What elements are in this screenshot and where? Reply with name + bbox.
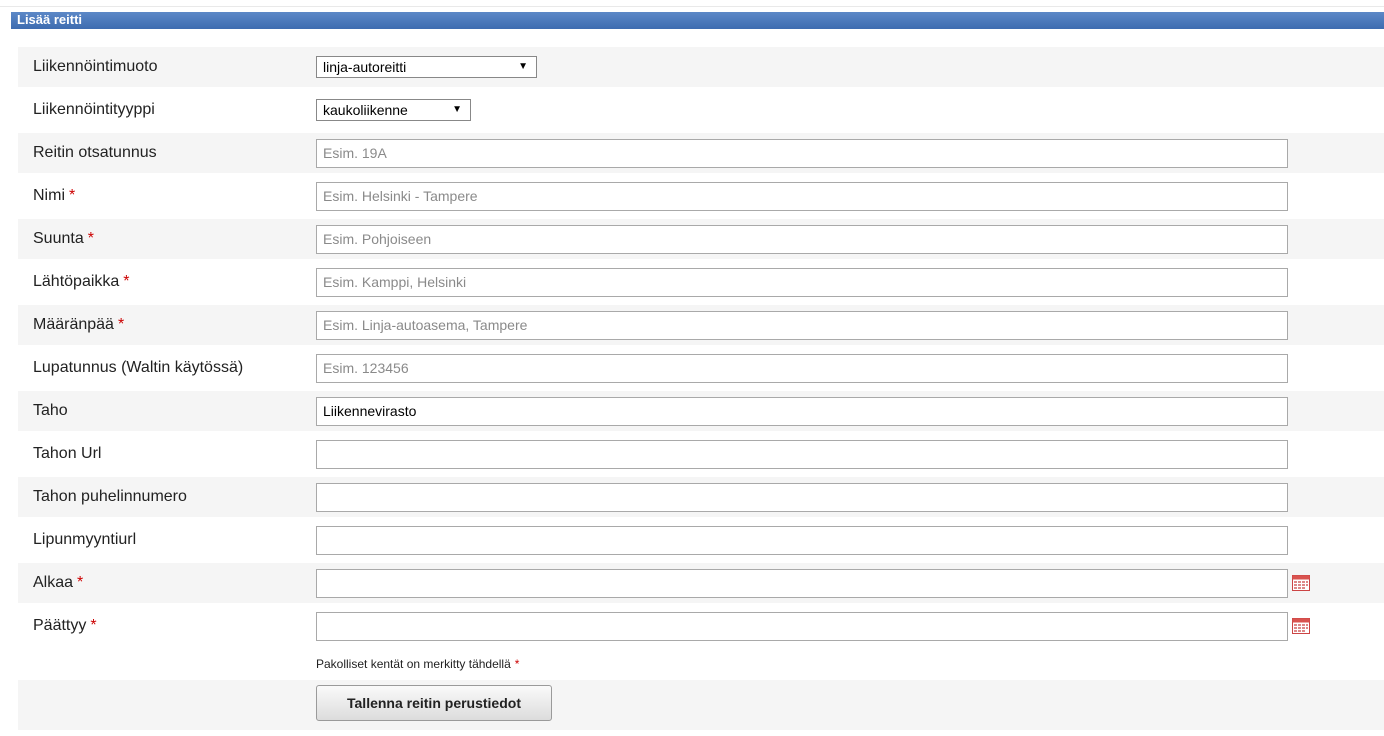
- chevron-down-icon: ▼: [452, 104, 462, 115]
- taho-input[interactable]: [316, 396, 1288, 426]
- lupatunnus-label: Lupatunnus (Waltin käytössä): [33, 359, 244, 376]
- required-marker: *: [514, 656, 520, 671]
- otsatunnus-label: Reitin otsatunnus: [33, 144, 157, 161]
- alkaa-input[interactable]: [316, 568, 1288, 598]
- paattyy-label: Päättyy: [33, 617, 87, 634]
- required-marker: *: [117, 316, 125, 333]
- route-form-panel: Lisää reitti Liikennöintimuoto linja-aut…: [11, 12, 1384, 736]
- required-marker: *: [77, 574, 84, 591]
- row-liikennointimuoto: Liikennöintimuoto linja-autoreitti ▼: [18, 47, 1384, 87]
- row-alkaa: Alkaa *: [18, 563, 1384, 603]
- liikennointityyppi-select[interactable]: kaukoliikenne ▼: [316, 99, 471, 121]
- row-taho: Taho: [18, 391, 1384, 431]
- lipunmyyntiurl-input[interactable]: [316, 525, 1288, 555]
- liikennointityyppi-label: Liikennöintityyppi: [33, 101, 155, 118]
- paattyy-input[interactable]: [316, 611, 1288, 641]
- liikennointimuoto-label: Liikennöintimuoto: [33, 58, 158, 75]
- save-route-button[interactable]: Tallenna reitin perustiedot: [316, 685, 552, 721]
- tahon-url-label: Tahon Url: [33, 445, 102, 462]
- row-save: Tallenna reitin perustiedot: [18, 680, 1384, 730]
- chevron-down-icon: ▼: [518, 61, 528, 72]
- row-suunta: Suunta *: [18, 219, 1384, 259]
- required-note-text: Pakolliset kentät on merkitty tähdellä: [316, 656, 511, 671]
- panel-title: Lisää reitti: [11, 12, 1384, 29]
- tahon-url-input[interactable]: [316, 439, 1288, 469]
- row-maaranpaa: Määränpää *: [18, 305, 1384, 345]
- alkaa-label: Alkaa: [33, 574, 74, 591]
- row-tahon-url: Tahon Url: [18, 434, 1384, 474]
- calendar-icon[interactable]: [1292, 575, 1310, 591]
- calendar-icon[interactable]: [1292, 618, 1310, 634]
- row-liikennointityyppi: Liikennöintityyppi kaukoliikenne ▼: [18, 90, 1384, 130]
- tahon-puhelin-label: Tahon puhelinnumero: [33, 488, 187, 505]
- maaranpaa-label-wrap: Määränpää *: [33, 316, 124, 334]
- taho-label: Taho: [33, 402, 68, 419]
- tahon-puhelin-input[interactable]: [316, 482, 1288, 512]
- otsatunnus-input[interactable]: [316, 138, 1288, 168]
- lahtopaikka-label: Lähtöpaikka: [33, 273, 120, 290]
- row-nimi: Nimi *: [18, 176, 1384, 216]
- nimi-input[interactable]: [316, 181, 1288, 211]
- lahtopaikka-input[interactable]: [316, 267, 1288, 297]
- maaranpaa-input[interactable]: [316, 310, 1288, 340]
- lipunmyyntiurl-label: Lipunmyyntiurl: [33, 531, 137, 548]
- row-note: Pakolliset kentät on merkitty tähdellä *: [18, 649, 1384, 678]
- row-tahon-puhelin: Tahon puhelinnumero: [18, 477, 1384, 517]
- top-divider: [0, 6, 1384, 7]
- row-lahtopaikka: Lähtöpaikka *: [18, 262, 1384, 302]
- row-otsatunnus: Reitin otsatunnus: [18, 133, 1384, 173]
- row-lupatunnus: Lupatunnus (Waltin käytössä): [18, 348, 1384, 388]
- required-marker: *: [123, 273, 130, 290]
- liikennointimuoto-select[interactable]: linja-autoreitti ▼: [316, 56, 537, 78]
- paattyy-label-wrap: Päättyy *: [33, 617, 97, 635]
- nimi-label-wrap: Nimi *: [33, 187, 75, 205]
- suunta-label-wrap: Suunta *: [33, 230, 94, 248]
- row-paattyy: Päättyy *: [18, 606, 1384, 646]
- maaranpaa-label: Määränpää: [33, 316, 114, 333]
- liikennointimuoto-value: linja-autoreitti: [323, 59, 407, 75]
- nimi-label: Nimi: [33, 187, 65, 204]
- liikennointityyppi-value: kaukoliikenne: [323, 102, 408, 118]
- lahtopaikka-label-wrap: Lähtöpaikka *: [33, 273, 130, 291]
- required-marker: *: [87, 230, 94, 247]
- alkaa-label-wrap: Alkaa *: [33, 574, 83, 592]
- suunta-input[interactable]: [316, 224, 1288, 254]
- required-marker: *: [69, 187, 76, 204]
- required-marker: *: [90, 617, 97, 634]
- suunta-label: Suunta: [33, 230, 84, 247]
- lupatunnus-input[interactable]: [316, 353, 1288, 383]
- row-lipunmyyntiurl: Lipunmyyntiurl: [18, 520, 1384, 560]
- required-note: Pakolliset kentät on merkitty tähdellä *: [316, 657, 519, 671]
